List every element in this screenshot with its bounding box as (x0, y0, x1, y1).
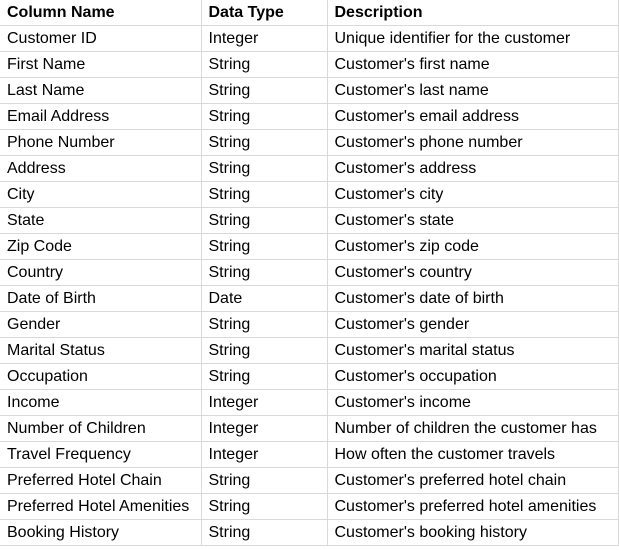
cell-column-name[interactable]: Occupation (0, 363, 202, 390)
cell-description[interactable]: Customer's booking history (327, 519, 619, 546)
cell-data-type[interactable]: String (201, 519, 328, 546)
cell-column-name[interactable]: First Name (0, 51, 202, 78)
cell-column-name[interactable]: Preferred Hotel Amenities (0, 493, 202, 520)
cell-description[interactable]: Customer's email address (327, 103, 619, 130)
cell-description[interactable]: How often the customer travels (327, 441, 619, 468)
cell-description[interactable]: Customer's occupation (327, 363, 619, 390)
table-row: Date of Birth Date Customer's date of birt… (0, 285, 619, 312)
cell-description[interactable]: Customer's marital status (327, 337, 619, 364)
cell-column-name[interactable]: Phone Number (0, 129, 202, 156)
cell-column-name[interactable]: Last Name (0, 77, 202, 104)
table-row: Income Integer Customer's income (0, 389, 619, 416)
cell-data-type[interactable]: String (201, 103, 328, 130)
cell-data-type[interactable]: Integer (201, 415, 328, 442)
header-cell-description[interactable]: Description (327, 0, 619, 26)
table-row: Marital Status String Customer's marital s… (0, 337, 619, 364)
cell-column-name[interactable]: Gender (0, 311, 202, 338)
cell-column-name[interactable]: Country (0, 259, 202, 286)
header-row: Column Name Data Type Description (0, 0, 619, 26)
cell-column-name[interactable]: Customer ID (0, 25, 202, 52)
cell-data-type[interactable]: String (201, 233, 328, 260)
table-row: Travel Frequency Integer How often the cus… (0, 441, 619, 468)
table-row: City String Customer's city (0, 181, 619, 208)
cell-data-type[interactable]: Integer (201, 441, 328, 468)
cell-data-type[interactable]: String (201, 155, 328, 182)
table-row: Phone Number String Customer's phone numbe… (0, 129, 619, 156)
table-header: Column Name Data Type Description (0, 0, 619, 26)
cell-description[interactable]: Customer's city (327, 181, 619, 208)
cell-description[interactable]: Customer's address (327, 155, 619, 182)
cell-description[interactable]: Customer's state (327, 207, 619, 234)
table-row: Email Address String Customer's email addr… (0, 103, 619, 130)
table-body: Customer ID Integer Unique identifier for … (0, 25, 619, 546)
table-row: Booking History String Customer's booking … (0, 519, 619, 546)
cell-data-type[interactable]: String (201, 311, 328, 338)
cell-column-name[interactable]: Booking History (0, 519, 202, 546)
cell-data-type[interactable]: String (201, 207, 328, 234)
cell-description[interactable]: Unique identifier for the customer (327, 25, 619, 52)
table-row: Customer ID Integer Unique identifier for … (0, 25, 619, 52)
header-cell-data-type[interactable]: Data Type (201, 0, 328, 26)
spreadsheet-table: Column Name Data Type Description Custom… (0, 0, 619, 546)
cell-column-name[interactable]: Marital Status (0, 337, 202, 364)
cell-data-type[interactable]: String (201, 259, 328, 286)
cell-description[interactable]: Customer's gender (327, 311, 619, 338)
table-row: State String Customer's state (0, 207, 619, 234)
table-row: First Name String Customer's first name (0, 51, 619, 78)
cell-column-name[interactable]: State (0, 207, 202, 234)
cell-data-type[interactable]: String (201, 51, 328, 78)
cell-description[interactable]: Customer's country (327, 259, 619, 286)
cell-data-type[interactable]: Date (201, 285, 328, 312)
cell-data-type[interactable]: String (201, 467, 328, 494)
cell-data-type[interactable]: String (201, 493, 328, 520)
cell-column-name[interactable]: Number of Children (0, 415, 202, 442)
cell-column-name[interactable]: Income (0, 389, 202, 416)
cell-data-type[interactable]: String (201, 77, 328, 104)
cell-column-name[interactable]: Date of Birth (0, 285, 202, 312)
cell-data-type[interactable]: Integer (201, 25, 328, 52)
table-row: Preferred Hotel Amenities String Customer'… (0, 493, 619, 520)
cell-description[interactable]: Customer's first name (327, 51, 619, 78)
cell-description[interactable]: Customer's date of birth (327, 285, 619, 312)
cell-column-name[interactable]: Preferred Hotel Chain (0, 467, 202, 494)
cell-data-type[interactable]: String (201, 129, 328, 156)
cell-column-name[interactable]: Address (0, 155, 202, 182)
table-row: Last Name String Customer's last name (0, 77, 619, 104)
cell-description[interactable]: Customer's zip code (327, 233, 619, 260)
cell-description[interactable]: Customer's income (327, 389, 619, 416)
table-row: Country String Customer's country (0, 259, 619, 286)
cell-column-name[interactable]: Email Address (0, 103, 202, 130)
cell-column-name[interactable]: Travel Frequency (0, 441, 202, 468)
cell-data-type[interactable]: String (201, 181, 328, 208)
table-row: Number of Children Integer Number of child… (0, 415, 619, 442)
table-row: Preferred Hotel Chain String Customer's pr… (0, 467, 619, 494)
cell-description[interactable]: Number of children the customer has (327, 415, 619, 442)
cell-data-type[interactable]: String (201, 337, 328, 364)
table-row: Zip Code String Customer's zip code (0, 233, 619, 260)
table-row: Gender String Customer's gender (0, 311, 619, 338)
cell-description[interactable]: Customer's preferred hotel amenities (327, 493, 619, 520)
table-row: Address String Customer's address (0, 155, 619, 182)
cell-data-type[interactable]: String (201, 363, 328, 390)
cell-column-name[interactable]: City (0, 181, 202, 208)
header-cell-column-name[interactable]: Column Name (0, 0, 202, 26)
cell-column-name[interactable]: Zip Code (0, 233, 202, 260)
table-row: Occupation String Customer's occupation (0, 363, 619, 390)
cell-data-type[interactable]: Integer (201, 389, 328, 416)
cell-description[interactable]: Customer's last name (327, 77, 619, 104)
cell-description[interactable]: Customer's phone number (327, 129, 619, 156)
cell-description[interactable]: Customer's preferred hotel chain (327, 467, 619, 494)
